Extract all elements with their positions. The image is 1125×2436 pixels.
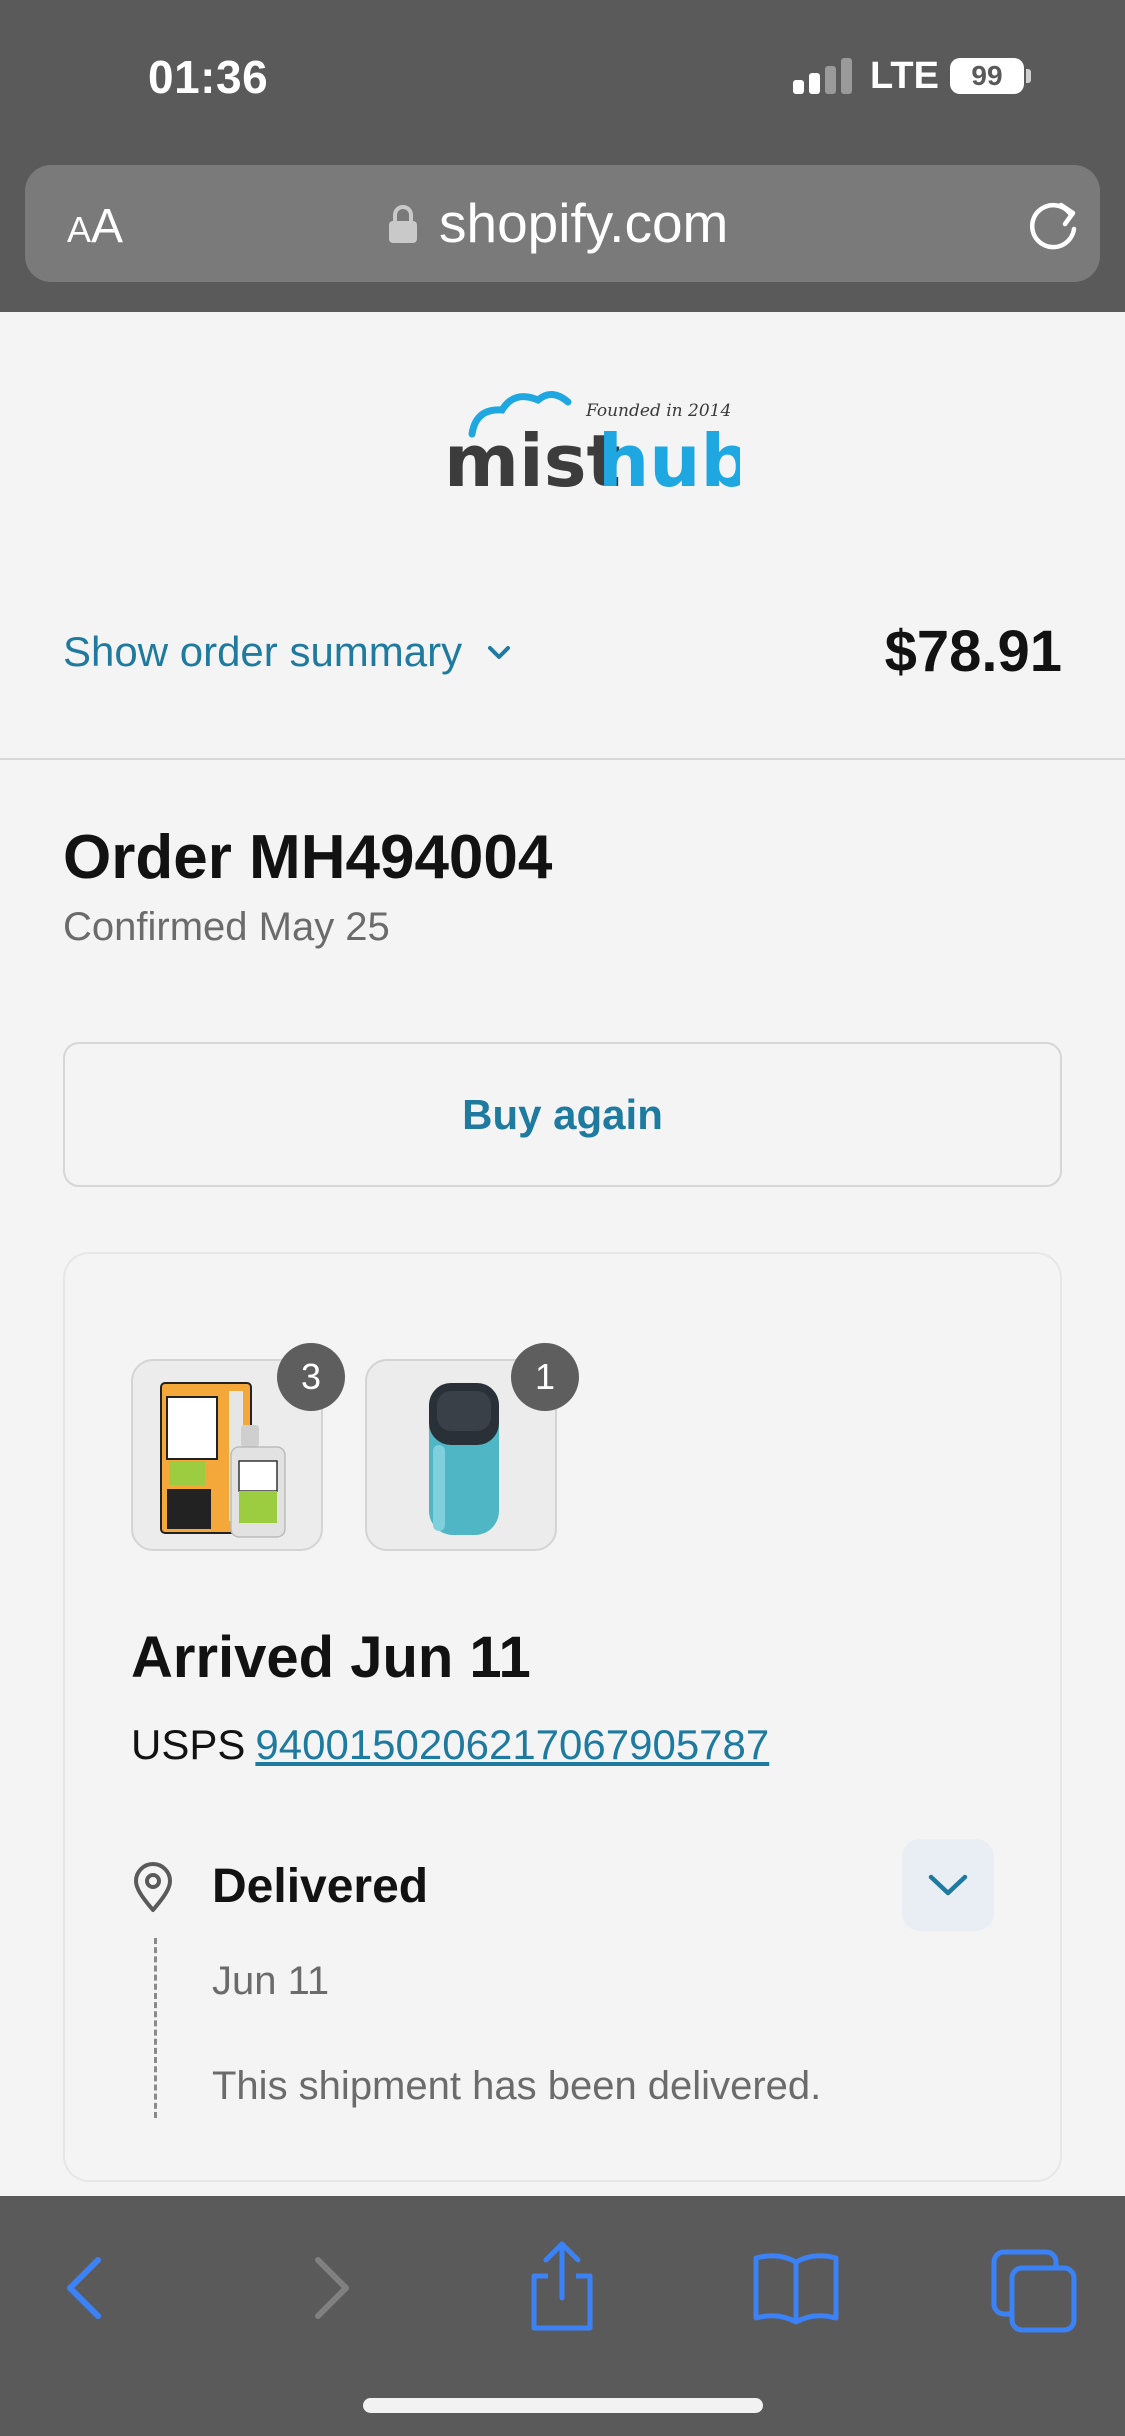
product-thumbnail-juice-head[interactable]: 3 xyxy=(131,1343,345,1551)
bookmarks-icon[interactable] xyxy=(746,2236,846,2336)
store-header: Founded in 2014 mist hub Show order summ… xyxy=(0,312,1125,760)
expand-tracking-button[interactable] xyxy=(902,1839,994,1931)
battery-level: 99 xyxy=(971,60,1003,91)
carrier-name: USPS xyxy=(131,1721,246,1768)
reload-icon[interactable] xyxy=(1025,195,1083,253)
back-icon[interactable] xyxy=(36,2236,136,2336)
svg-text:Founded in 2014: Founded in 2014 xyxy=(585,401,731,421)
browser-top-chrome: 01:36 LTE 99 AA shopify.com xyxy=(0,0,1125,312)
mistub-logo[interactable]: Founded in 2014 mist hub xyxy=(440,382,740,492)
lock-icon xyxy=(389,205,417,243)
product-thumbnail-pod-device[interactable]: 1 xyxy=(365,1343,579,1551)
svg-text:hub: hub xyxy=(598,419,740,492)
quantity-badge: 3 xyxy=(277,1343,345,1411)
battery-cap xyxy=(1026,69,1031,83)
summary-toggle-label[interactable]: Show order summary xyxy=(63,628,462,676)
tracking-event-title: Delivered xyxy=(212,1860,429,1913)
quantity-badge: 1 xyxy=(511,1343,579,1411)
status-time: 01:36 xyxy=(148,51,269,103)
chevron-down-icon xyxy=(928,1874,968,1896)
chevron-down-icon xyxy=(488,646,511,659)
tracking-event-date: Jun 11 xyxy=(212,1959,330,2003)
reader-text-size-button[interactable]: AA xyxy=(67,199,123,254)
forward-icon[interactable] xyxy=(280,2236,380,2336)
show-order-summary-toggle[interactable]: Show order summary xyxy=(63,628,514,676)
battery-icon: 99 xyxy=(950,58,1024,94)
tracking-line: USPS 9400150206217067905787 xyxy=(131,1721,769,1769)
address-bar[interactable]: AA shopify.com xyxy=(25,165,1100,282)
location-pin-icon xyxy=(134,1862,172,1912)
url-text[interactable]: shopify.com xyxy=(439,191,728,255)
tracking-number-link[interactable]: 9400150206217067905787 xyxy=(255,1721,769,1768)
screen: 01:36 LTE 99 AA shopify.com Founded in 2… xyxy=(0,0,1125,2436)
tabs-icon[interactable] xyxy=(984,2236,1084,2336)
shipment-status-title: Arrived Jun 11 xyxy=(131,1625,531,1690)
order-total: $78.91 xyxy=(884,619,1062,684)
order-title: Order MH494004 xyxy=(63,823,553,892)
buy-again-button[interactable]: Buy again xyxy=(63,1042,1062,1187)
network-type: LTE xyxy=(870,55,939,97)
svg-text:mist: mist xyxy=(444,419,621,492)
shipment-card: 3 1 Arrived Jun 11 USPS 94001502062170679… xyxy=(63,1252,1062,2182)
share-icon[interactable] xyxy=(512,2236,612,2336)
order-confirmed-date: Confirmed May 25 xyxy=(63,905,390,949)
home-indicator[interactable] xyxy=(363,2398,763,2413)
timeline-line xyxy=(154,1938,157,2118)
tracking-event-message: This shipment has been delivered. xyxy=(212,2064,822,2108)
signal-strength-icon xyxy=(793,58,853,94)
